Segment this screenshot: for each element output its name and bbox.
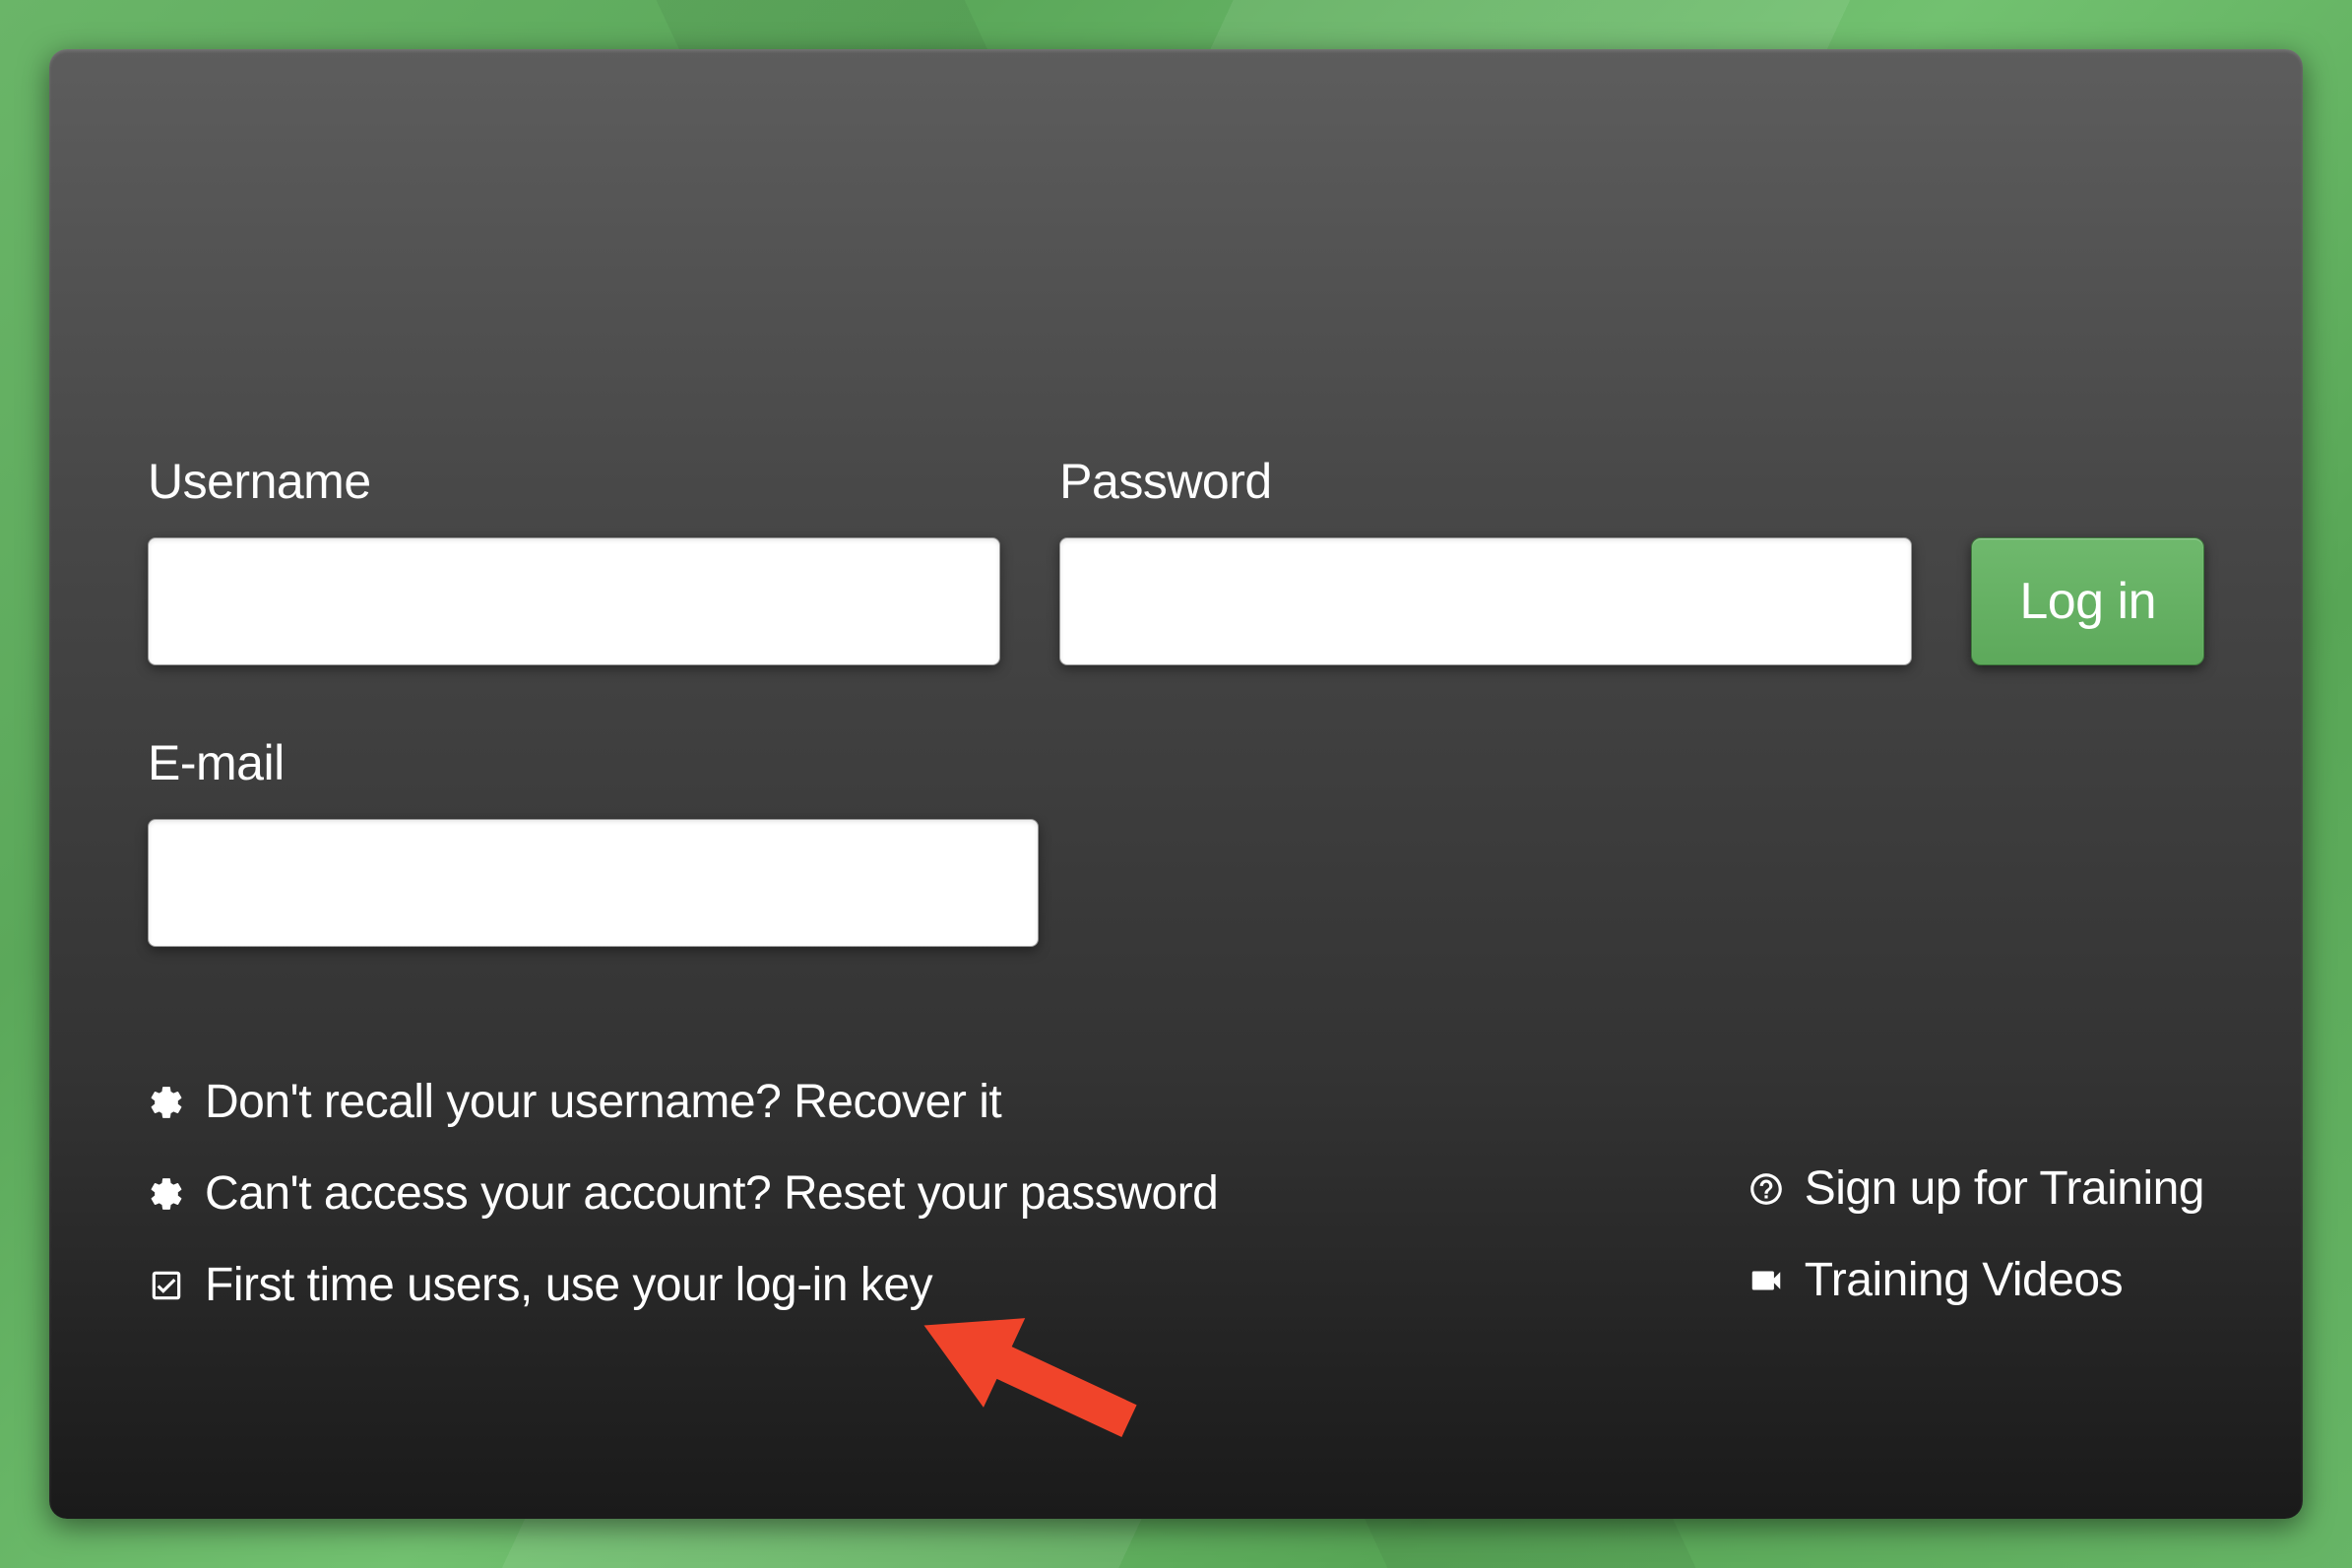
- email-field-group: E-mail: [148, 734, 1039, 947]
- username-label: Username: [148, 453, 1000, 510]
- recover-username-link[interactable]: Don't recall your username? Recover it: [148, 1075, 1218, 1129]
- signup-training-link[interactable]: Sign up for Training: [1748, 1161, 2204, 1216]
- gear-icon: [148, 1084, 185, 1121]
- question-circle-icon: [1748, 1170, 1785, 1208]
- login-key-link[interactable]: First time users, use your log-in key: [148, 1258, 1218, 1312]
- email-label: E-mail: [148, 734, 1039, 791]
- password-label: Password: [1059, 453, 1912, 510]
- reset-password-text: Can't access your account? Reset your pa…: [205, 1166, 1218, 1221]
- gear-icon: [148, 1175, 185, 1213]
- credentials-row: Username Password Log in: [148, 453, 2204, 665]
- training-videos-text: Training Videos: [1805, 1253, 2123, 1307]
- help-links-row: Don't recall your username? Recover it C…: [148, 1075, 2204, 1312]
- training-videos-link[interactable]: Training Videos: [1748, 1253, 2123, 1307]
- login-panel: Username Password Log in E-mail Don't re…: [49, 49, 2303, 1519]
- username-field-group: Username: [148, 453, 1000, 665]
- help-links-left: Don't recall your username? Recover it C…: [148, 1075, 1218, 1312]
- login-key-text: First time users, use your log-in key: [205, 1258, 932, 1312]
- password-field-group: Password: [1059, 453, 1912, 665]
- recover-username-text: Don't recall your username? Recover it: [205, 1075, 1001, 1129]
- help-links-right: Sign up for Training Training Videos: [1748, 1161, 2204, 1312]
- email-input[interactable]: [148, 819, 1039, 947]
- password-input[interactable]: [1059, 537, 1912, 665]
- reset-password-link[interactable]: Can't access your account? Reset your pa…: [148, 1166, 1218, 1221]
- video-camera-icon: [1748, 1262, 1785, 1299]
- username-input[interactable]: [148, 537, 1000, 665]
- login-button[interactable]: Log in: [1971, 537, 2204, 665]
- signup-training-text: Sign up for Training: [1805, 1161, 2204, 1216]
- check-square-icon: [148, 1267, 185, 1304]
